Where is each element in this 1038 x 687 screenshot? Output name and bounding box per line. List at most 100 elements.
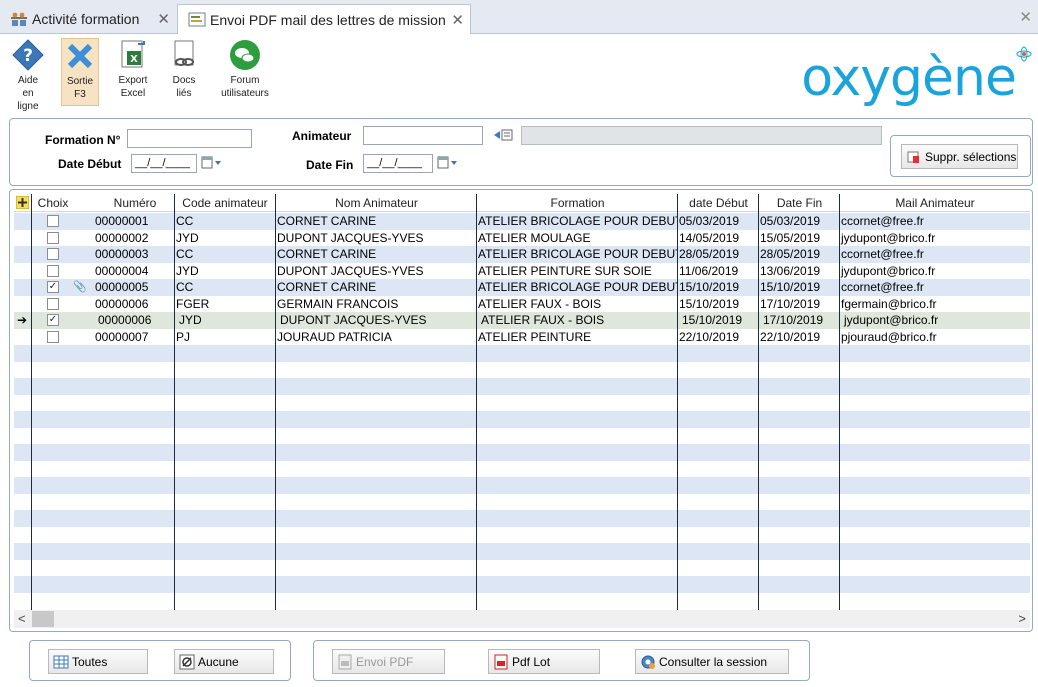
exit-button[interactable]: Sortie F3 bbox=[61, 38, 99, 106]
pdf-lot-button[interactable]: Pdf Lot bbox=[488, 649, 600, 674]
forum-button[interactable]: Forum utilisateurs bbox=[216, 38, 274, 106]
header-code-animateur[interactable]: Code animateur bbox=[174, 194, 276, 212]
tab-activite-formation[interactable]: Activité formation ✕ bbox=[0, 4, 176, 34]
date-debut-input[interactable]: __/__/____ bbox=[131, 154, 197, 173]
cell-code: FGER bbox=[176, 296, 210, 311]
empty-row bbox=[14, 576, 1030, 593]
help-button[interactable]: ? Aide en ligne bbox=[6, 38, 50, 116]
cell-debut: 15/10/2019 bbox=[679, 296, 740, 311]
no-selection-icon bbox=[179, 654, 195, 670]
animateur-input[interactable] bbox=[363, 126, 483, 145]
cell-mail: fgermain@brico.fr bbox=[841, 296, 937, 311]
choix-checkbox[interactable] bbox=[47, 215, 59, 227]
suppr-selections-button[interactable]: Suppr. sélections bbox=[901, 144, 1018, 169]
cell-code: CC bbox=[176, 247, 194, 261]
tab-bar: Activité formation ✕ Envoi PDF mail des … bbox=[0, 0, 1038, 35]
date-debut-label: Date Début bbox=[58, 157, 122, 171]
table-row[interactable]: 00000001 CC CORNET CARINE ATELIER BRICOLAGE… bbox=[14, 213, 1030, 230]
row-indicator-column bbox=[14, 194, 32, 610]
envoi-pdf-button[interactable]: Envoi PDF bbox=[332, 649, 445, 674]
cell-nom: GERMAIN FRANCOIS bbox=[277, 296, 399, 311]
table-row[interactable]: ➔ ✓ 00000006 JYD DUPONT JACQUES-YVES ATELIER … bbox=[14, 312, 1030, 329]
help-icon: ? bbox=[11, 38, 45, 72]
empty-row bbox=[14, 560, 1030, 577]
header-choix[interactable]: Choix bbox=[33, 194, 73, 212]
choix-checkbox[interactable] bbox=[47, 248, 59, 260]
cell-fin: 13/06/2019 bbox=[760, 263, 821, 278]
empty-row bbox=[14, 428, 1030, 445]
table-row[interactable]: 00000004 JYD DUPONT JACQUES-YVES ATELIER PE… bbox=[14, 263, 1030, 280]
cell-debut: 15/10/2019 bbox=[679, 280, 740, 294]
calendar-icon[interactable] bbox=[437, 156, 459, 172]
attachment-icon[interactable]: 📎 bbox=[72, 279, 87, 295]
column-divider bbox=[839, 194, 840, 610]
select-all-button[interactable]: Toutes bbox=[48, 649, 148, 674]
cell-code: PJ bbox=[176, 329, 191, 344]
date-fin-input[interactable]: __/__/____ bbox=[363, 154, 433, 173]
scroll-left-icon[interactable]: < bbox=[18, 610, 26, 628]
svg-text:X: X bbox=[130, 54, 138, 65]
cell-numero: 00000001 bbox=[95, 214, 149, 228]
formation-number-input[interactable] bbox=[127, 129, 252, 148]
cell-mail: ccornet@free.fr bbox=[841, 214, 924, 228]
atom-icon bbox=[1016, 46, 1032, 62]
linked-docs-button[interactable]: Docs liés bbox=[164, 38, 204, 106]
linked-document-icon bbox=[167, 38, 201, 72]
table-row[interactable]: ✓ 📎 00000005 CC CORNET CARINE ATELIER BRICOLA… bbox=[14, 279, 1030, 296]
choix-checkbox[interactable] bbox=[47, 264, 59, 277]
header-date-fin[interactable]: Date Fin bbox=[759, 194, 840, 212]
cell-numero: 00000006 bbox=[98, 313, 152, 327]
cell-numero: 00000006 bbox=[95, 296, 149, 311]
cell-debut: 14/05/2019 bbox=[679, 230, 740, 245]
header-mail-animateur[interactable]: Mail Animateur bbox=[840, 194, 1030, 212]
tab-envoi-pdf[interactable]: Envoi PDF mail des lettres de mission ✕ bbox=[177, 4, 471, 35]
table-row[interactable]: 00000003 CC CORNET CARINE ATELIER BRICOLAGE… bbox=[14, 246, 1030, 263]
empty-row bbox=[14, 444, 1030, 461]
calendar-icon[interactable] bbox=[201, 156, 223, 172]
choix-checkbox[interactable]: ✓ bbox=[47, 281, 59, 293]
export-excel-button[interactable]: X Export Excel bbox=[112, 38, 154, 106]
lookup-icon[interactable] bbox=[492, 128, 514, 144]
choix-checkbox[interactable] bbox=[47, 231, 59, 244]
cell-formation: ATELIER MOULAGE bbox=[478, 230, 591, 245]
choix-checkbox[interactable] bbox=[47, 330, 59, 343]
cell-fin: 22/10/2019 bbox=[760, 329, 821, 344]
header-date-debut[interactable]: date Début bbox=[678, 194, 759, 212]
close-icon[interactable]: ✕ bbox=[451, 11, 464, 29]
select-none-button[interactable]: Aucune bbox=[174, 649, 274, 674]
cell-fin: 17/10/2019 bbox=[763, 313, 824, 327]
column-divider bbox=[174, 194, 175, 610]
table-row[interactable]: 00000002 JYD DUPONT JACQUES-YVES ATELIER MO… bbox=[14, 230, 1030, 247]
cell-debut: 22/10/2019 bbox=[679, 329, 740, 344]
empty-row bbox=[14, 494, 1030, 511]
header-formation[interactable]: Formation bbox=[477, 194, 678, 212]
selection-group: Toutes Aucune bbox=[29, 640, 291, 681]
cell-formation: ATELIER BRICOLAGE POUR DEBUT bbox=[478, 214, 677, 228]
scroll-right-icon[interactable]: > bbox=[1018, 610, 1026, 628]
choix-checkbox[interactable]: ✓ bbox=[47, 314, 59, 326]
cell-numero: 00000005 bbox=[95, 280, 149, 294]
consulter-session-button[interactable]: Consulter la session bbox=[635, 649, 789, 674]
choix-checkbox[interactable] bbox=[47, 297, 59, 310]
close-icon[interactable]: ✕ bbox=[1019, 8, 1032, 26]
date-fin-label: Date Fin bbox=[306, 158, 354, 172]
horizontal-scrollbar[interactable]: < > bbox=[14, 610, 1030, 628]
animateur-name-field bbox=[521, 126, 882, 145]
cell-mail: pjouraud@brico.fr bbox=[841, 329, 937, 344]
tab-label: Envoi PDF mail des lettres de mission bbox=[210, 12, 446, 28]
empty-row bbox=[14, 461, 1030, 478]
cell-numero: 00000004 bbox=[95, 263, 149, 278]
grid-icon bbox=[53, 654, 69, 670]
table-row[interactable]: 00000007 PJ JOURAUD PATRICIA ATELIER PEINTU… bbox=[14, 329, 1030, 346]
cell-formation: ATELIER PEINTURE bbox=[478, 329, 592, 344]
cell-fin: 05/03/2019 bbox=[760, 214, 821, 228]
animateur-label: Animateur bbox=[292, 129, 352, 143]
cell-nom: JOURAUD PATRICIA bbox=[277, 329, 392, 344]
table-row[interactable]: 00000006 FGER GERMAIN FRANCOIS ATELIER FAUX… bbox=[14, 296, 1030, 313]
scroll-thumb[interactable] bbox=[32, 611, 54, 627]
cell-formation: ATELIER FAUX - BOIS bbox=[478, 296, 602, 311]
header-nom-animateur[interactable]: Nom Animateur bbox=[276, 194, 477, 212]
gear-icon bbox=[640, 654, 656, 670]
close-icon[interactable]: ✕ bbox=[157, 10, 170, 28]
svg-text:?: ? bbox=[23, 46, 33, 66]
